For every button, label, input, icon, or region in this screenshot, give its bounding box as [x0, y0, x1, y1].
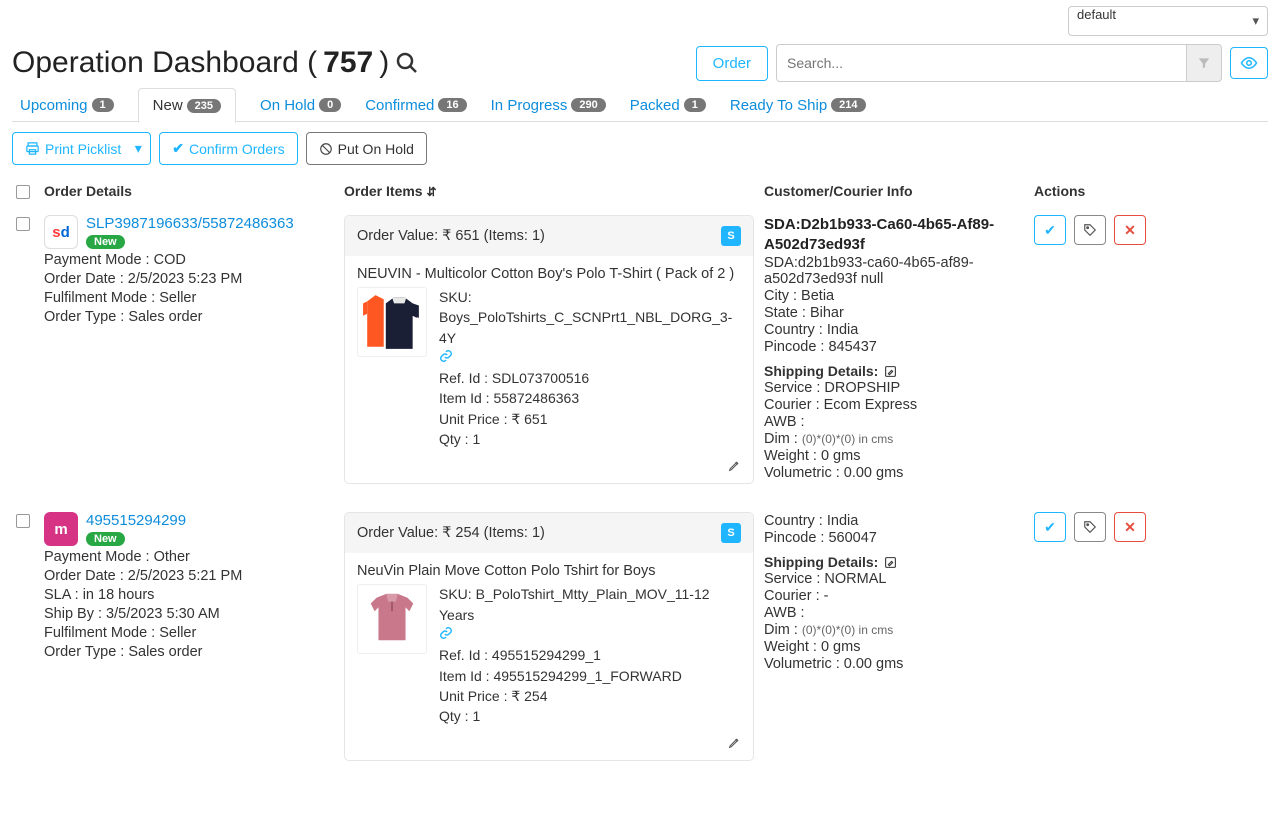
label-action-button[interactable] [1074, 215, 1106, 245]
channel-icon-meesho: m [44, 512, 78, 546]
channel-icon-snapdeal: sd [44, 215, 78, 249]
order-id-link[interactable]: SLP3987196633/55872486363 [86, 215, 294, 232]
print-picklist-button[interactable]: Print Picklist [12, 132, 134, 165]
tab-packed[interactable]: Packed1 [630, 89, 706, 122]
print-picklist-dropdown[interactable]: ▾ [126, 132, 151, 165]
filter-icon [1197, 56, 1211, 70]
product-image [357, 584, 427, 654]
order-row: m 495515294299 New Payment Mode : Other … [12, 502, 1268, 779]
page-title: Operation Dashboard (757) [12, 46, 419, 80]
link-icon[interactable] [439, 349, 453, 363]
check-icon: ✔ [1044, 222, 1056, 239]
order-button[interactable]: Order [696, 46, 768, 81]
product-image [357, 287, 427, 357]
item-title: NeuVin Plain Move Cotton Polo Tshirt for… [357, 563, 741, 579]
tab-new[interactable]: New235 [138, 88, 236, 123]
tab-confirmed[interactable]: Confirmed16 [365, 89, 466, 122]
search-input[interactable] [776, 44, 1186, 82]
pencil-icon[interactable] [884, 556, 897, 569]
default-selector[interactable]: default [1068, 6, 1268, 36]
confirm-orders-button[interactable]: ✔ Confirm Orders [159, 132, 297, 165]
customer-name: SDA:D2b1b933-Ca60-4b65-Af89-A502d73ed93f [764, 215, 1034, 254]
check-icon: ✔ [172, 140, 184, 157]
order-value: Order Value: ₹ 254 (Items: 1) [357, 525, 545, 541]
close-icon: ✕ [1124, 519, 1136, 536]
col-order-items[interactable]: Order Items ⇵ [344, 183, 764, 199]
tab-upcoming[interactable]: Upcoming1 [20, 89, 114, 122]
order-value: Order Value: ₹ 651 (Items: 1) [357, 228, 545, 244]
s-badge: S [721, 523, 741, 543]
eye-icon [1240, 54, 1258, 72]
select-all-checkbox[interactable] [16, 185, 30, 199]
pencil-icon[interactable] [884, 365, 897, 378]
filter-button[interactable] [1186, 44, 1222, 82]
visibility-button[interactable] [1230, 47, 1268, 79]
search-icon[interactable] [395, 51, 419, 75]
status-badge: New [86, 532, 125, 546]
cancel-action-button[interactable]: ✕ [1114, 215, 1146, 245]
row-checkbox[interactable] [16, 217, 30, 231]
link-icon[interactable] [439, 626, 453, 640]
s-badge: S [721, 226, 741, 246]
col-actions: Actions [1034, 183, 1268, 199]
status-badge: New [86, 235, 125, 249]
sort-icon: ⇵ [426, 185, 436, 199]
tag-icon [1083, 520, 1097, 534]
pencil-icon[interactable] [728, 459, 741, 472]
tabs: Upcoming1 New235 On Hold0 Confirmed16 In… [12, 88, 1268, 122]
print-icon [25, 141, 40, 156]
cancel-action-button[interactable]: ✕ [1114, 512, 1146, 542]
col-customer-info: Customer/Courier Info [764, 183, 1034, 199]
tab-on-hold[interactable]: On Hold0 [260, 89, 341, 122]
order-id-link[interactable]: 495515294299 [86, 512, 186, 529]
put-on-hold-button[interactable]: Put On Hold [306, 132, 427, 165]
item-title: NEUVIN - Multicolor Cotton Boy's Polo T-… [357, 266, 741, 282]
col-order-details: Order Details [44, 183, 344, 199]
close-icon: ✕ [1124, 222, 1136, 239]
order-row: sd SLP3987196633/55872486363 New Payment… [12, 205, 1268, 502]
confirm-action-button[interactable]: ✔ [1034, 512, 1066, 542]
confirm-action-button[interactable]: ✔ [1034, 215, 1066, 245]
ban-icon [319, 142, 333, 156]
pencil-icon[interactable] [728, 736, 741, 749]
tab-in-progress[interactable]: In Progress290 [491, 89, 606, 122]
check-icon: ✔ [1044, 519, 1056, 536]
row-checkbox[interactable] [16, 514, 30, 528]
label-action-button[interactable] [1074, 512, 1106, 542]
tab-ready-to-ship[interactable]: Ready To Ship214 [730, 89, 866, 122]
tag-icon [1083, 223, 1097, 237]
